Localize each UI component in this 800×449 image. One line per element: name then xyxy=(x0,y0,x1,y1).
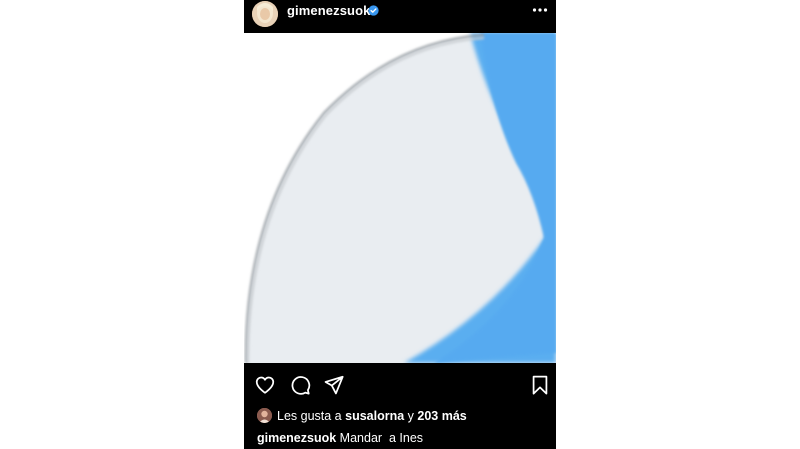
liker-avatar-image xyxy=(257,408,272,423)
post-photo[interactable] xyxy=(244,33,556,363)
heart-icon[interactable] xyxy=(254,374,276,396)
likes-connector: y xyxy=(407,409,414,423)
instagram-post: gimenezsuok Les gusta a susalorna y 203 … xyxy=(244,0,556,449)
photo-content xyxy=(244,33,556,363)
post-username[interactable]: gimenezsuok xyxy=(287,3,370,19)
post-header: gimenezsuok xyxy=(244,0,556,33)
more-options-icon[interactable] xyxy=(530,2,550,18)
likes-prefix: Les gusta a xyxy=(277,409,342,423)
page: gimenezsuok Les gusta a susalorna y 203 … xyxy=(0,0,800,449)
liker-avatar[interactable] xyxy=(257,408,272,423)
verified-badge-icon xyxy=(368,5,379,16)
liker-username[interactable]: susalorna xyxy=(345,409,404,423)
caption-author[interactable]: gimenezsuok xyxy=(257,431,336,445)
avatar-image xyxy=(252,1,278,27)
likes-row: Les gusta a susalorna y 203 más xyxy=(244,405,556,425)
bookmark-icon[interactable] xyxy=(529,374,551,396)
comment-icon[interactable] xyxy=(289,374,311,396)
likes-others[interactable]: 203 más xyxy=(417,409,466,423)
caption-text: Mandar a Ines xyxy=(339,431,424,445)
post-actions xyxy=(244,369,556,403)
caption: gimenezsuok Mandar a Ines xyxy=(257,430,423,446)
profile-avatar[interactable] xyxy=(252,1,278,27)
caption-row: gimenezsuok Mandar a Ines xyxy=(244,428,556,448)
likes-summary[interactable]: Les gusta a susalorna y 203 más xyxy=(277,408,467,424)
share-icon[interactable] xyxy=(323,374,345,396)
